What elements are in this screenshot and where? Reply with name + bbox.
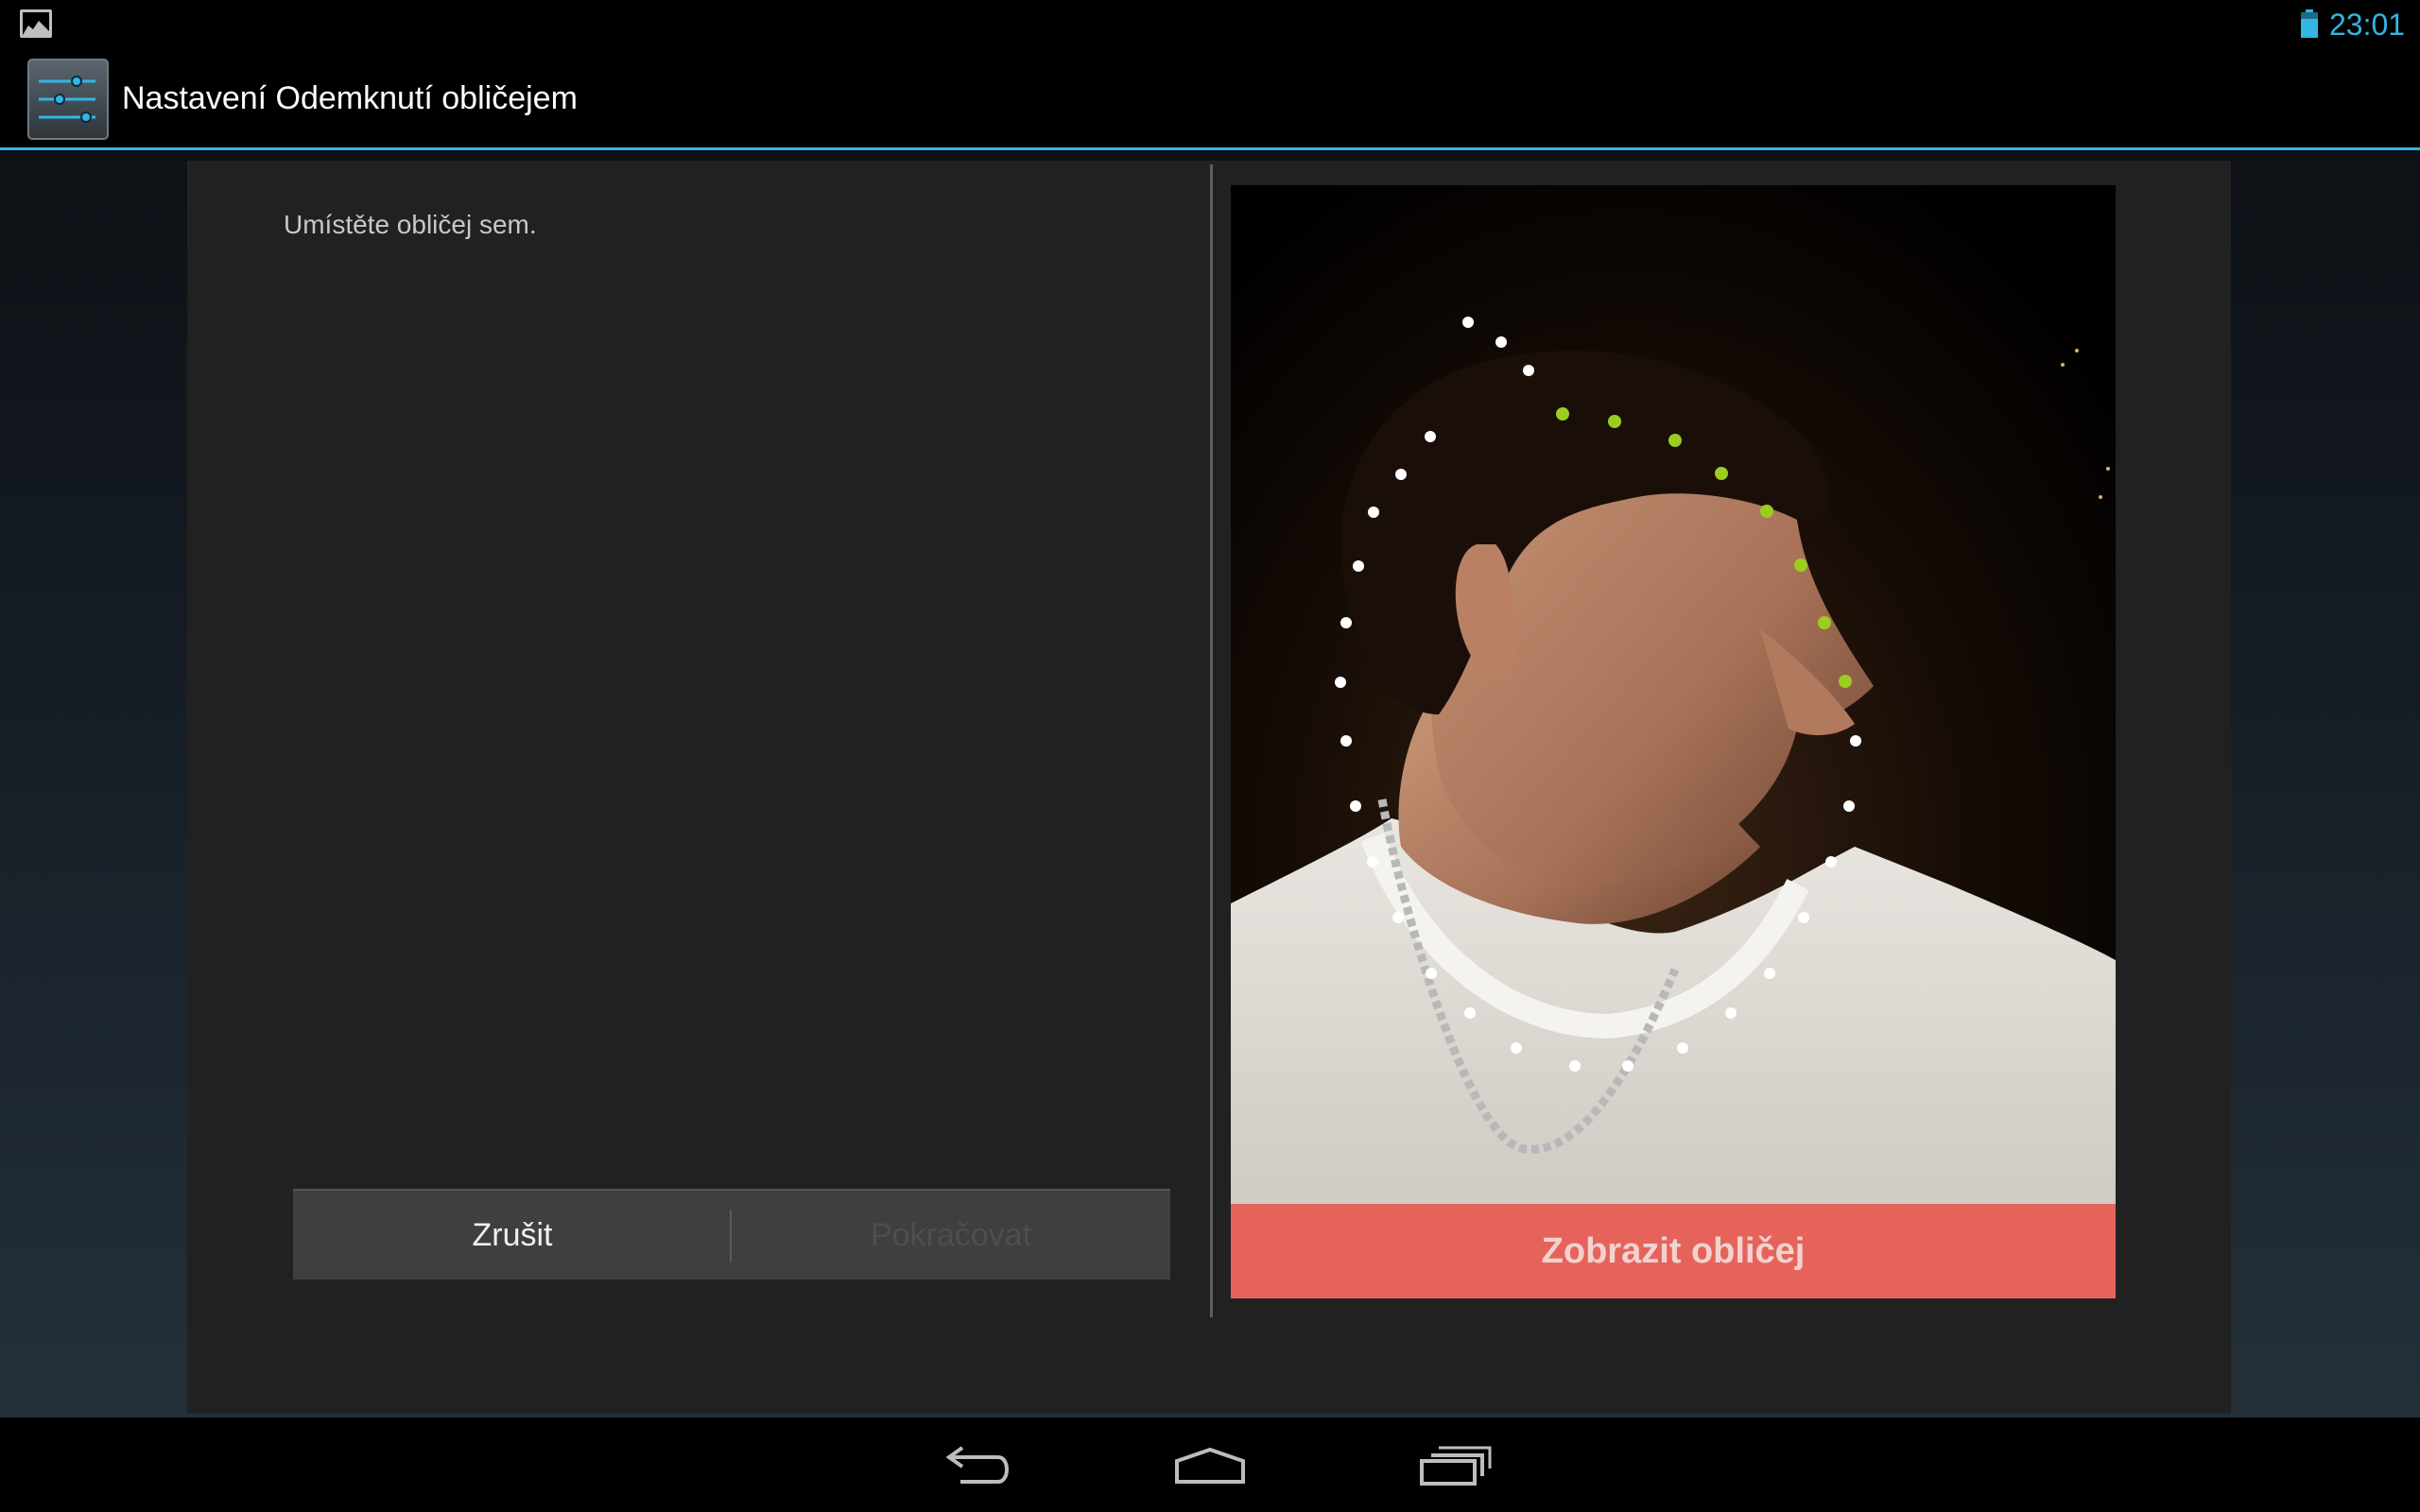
button-bar: Zrušit Pokračovat <box>293 1189 1170 1280</box>
continue-button[interactable]: Pokračovat <box>732 1191 1170 1280</box>
show-face-button[interactable]: Zobrazit obličej <box>1231 1204 2116 1298</box>
action-bar: Nastavení Odemknutí obličejem <box>0 47 2420 150</box>
status-clock: 23:01 <box>2329 8 2406 42</box>
screen: 23:01 Nastavení Odemknutí obličejem Umís… <box>0 0 2420 1512</box>
back-icon[interactable] <box>926 1436 1011 1493</box>
image-icon <box>20 9 52 38</box>
instruction-text: Umístěte obličej sem. <box>284 210 537 239</box>
navigation-bar <box>0 1418 2420 1512</box>
panel-divider <box>1210 164 1213 1317</box>
cancel-button[interactable]: Zrušit <box>293 1191 732 1280</box>
settings-sliders-icon[interactable] <box>27 59 109 140</box>
recent-apps-icon[interactable] <box>1410 1436 1495 1493</box>
page-title: Nastavení Odemknutí obličejem <box>122 80 578 116</box>
home-icon[interactable] <box>1167 1436 1253 1493</box>
camera-preview: Zobrazit obličej <box>1231 185 2116 1298</box>
status-bar: 23:01 <box>0 0 2420 47</box>
camera-image <box>1231 185 2116 1298</box>
battery-icon <box>2301 9 2318 38</box>
face-unlock-setup-panel: Umístěte obličej sem. Zrušit Pokračovat <box>187 161 2231 1414</box>
